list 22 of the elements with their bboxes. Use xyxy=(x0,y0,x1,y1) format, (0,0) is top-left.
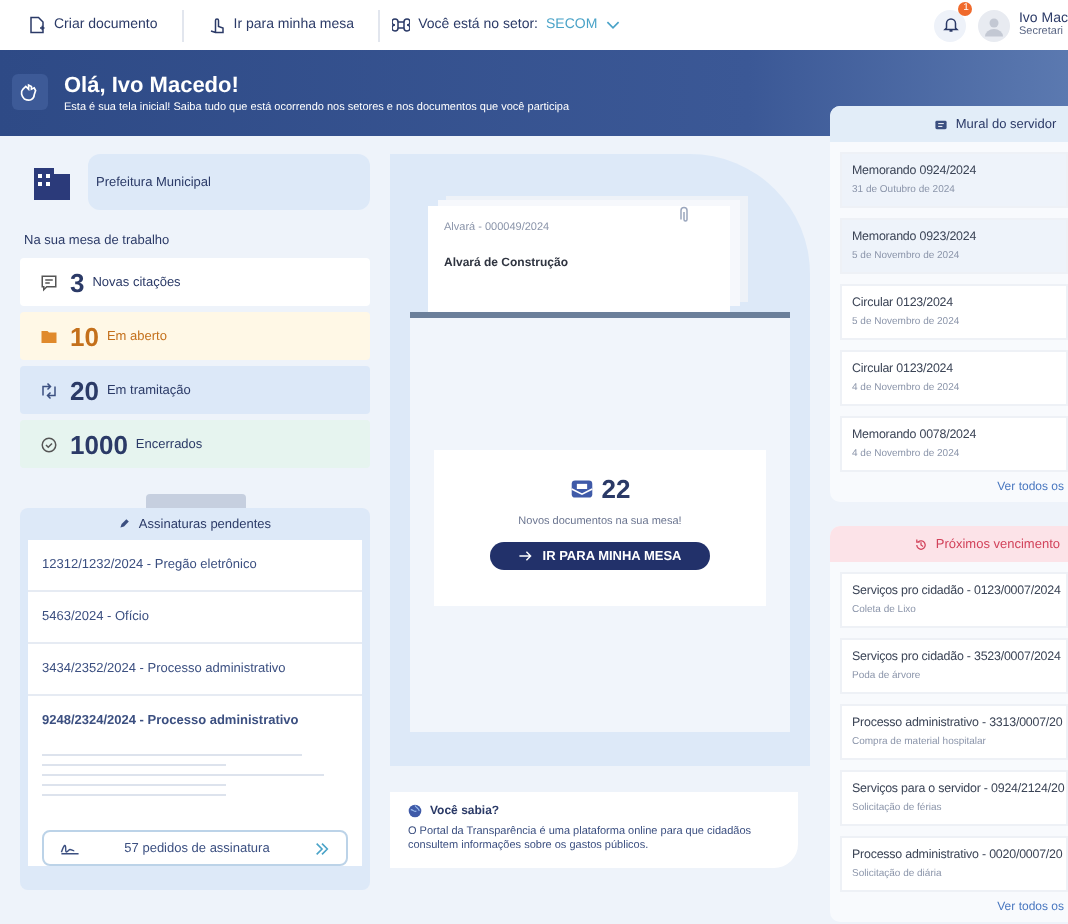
chevron-down-icon xyxy=(605,20,620,30)
arrow-right-icon xyxy=(518,550,533,562)
paperclip-icon xyxy=(678,206,690,224)
document-plus-icon xyxy=(28,16,46,34)
user-silhouette-icon xyxy=(982,13,1007,37)
pen-icon xyxy=(118,518,131,530)
history-icon xyxy=(913,537,928,551)
speech-bubble-icon xyxy=(40,273,58,291)
new-documents-count: 22 xyxy=(601,474,631,504)
envelope-icon xyxy=(569,478,594,500)
bell-icon xyxy=(941,16,960,34)
swap-arrows-icon xyxy=(40,381,58,399)
greeting-title: Olá, Ivo Macedo! xyxy=(64,74,241,98)
check-circle-icon xyxy=(40,435,58,453)
globe-icon xyxy=(408,804,422,818)
board-icon xyxy=(933,117,948,131)
folder-icon xyxy=(40,327,58,345)
avatar[interactable] xyxy=(978,9,1011,41)
signature-icon xyxy=(60,840,80,856)
clipboard-clip xyxy=(145,494,245,508)
building-icon xyxy=(32,164,72,200)
double-chevron-right-icon xyxy=(314,841,330,855)
